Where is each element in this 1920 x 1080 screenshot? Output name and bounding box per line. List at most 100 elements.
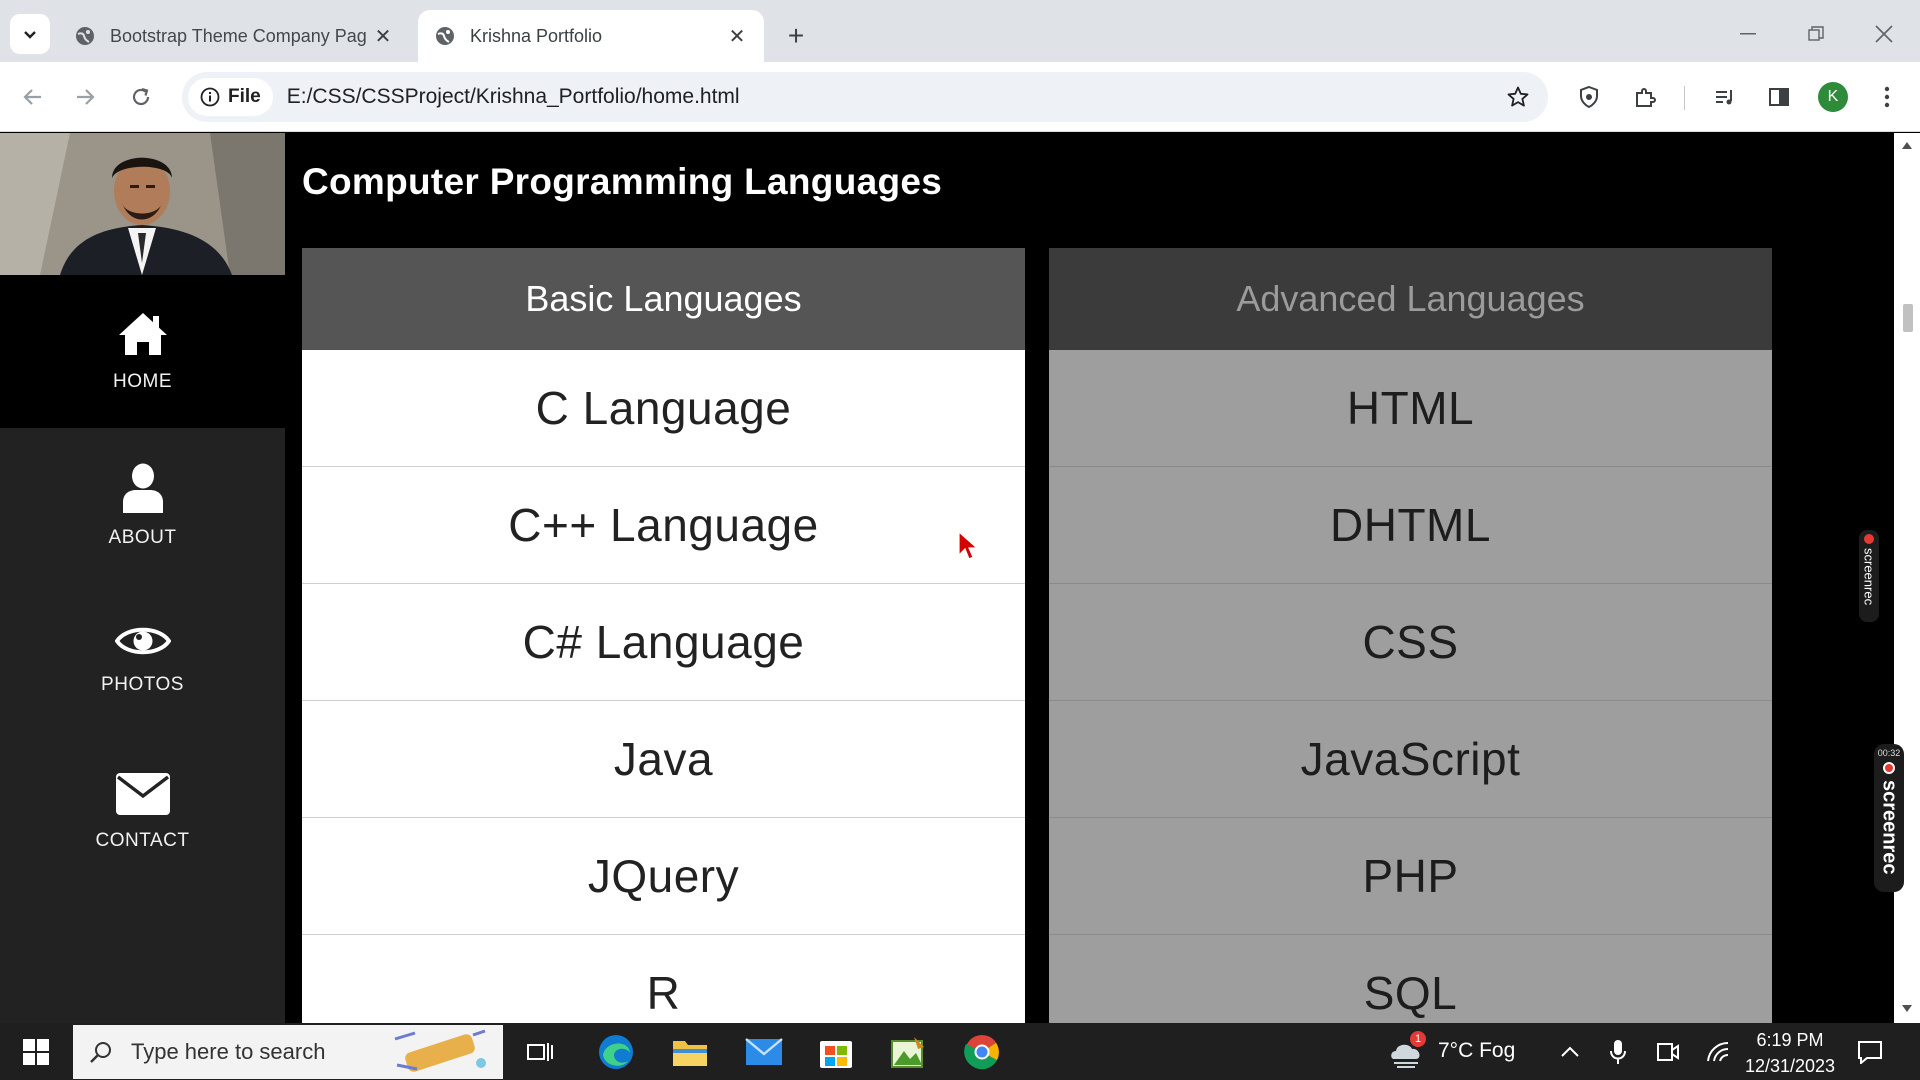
list-item: JavaScript [1049, 701, 1772, 818]
search-placeholder: Type here to search [131, 1039, 326, 1064]
windows-start-icon[interactable] [14, 1035, 58, 1069]
scroll-up-icon[interactable] [1902, 141, 1912, 149]
home-icon [118, 312, 167, 355]
web-page: HOME ABOUT PHOTOS CONTACT Computer Progr… [0, 133, 1894, 1023]
microphone-icon[interactable] [1594, 1029, 1642, 1075]
kebab-menu-icon[interactable] [1868, 78, 1906, 116]
record-dot-icon [1864, 534, 1874, 544]
wifi-icon[interactable] [1694, 1029, 1742, 1075]
task-view-icon[interactable] [516, 1029, 564, 1075]
chevron-down-icon [24, 31, 36, 39]
search-highlight-illustration [394, 1029, 486, 1072]
weather-icon[interactable]: 1 [1388, 1031, 1428, 1069]
recording-timer: 00:32 [1877, 748, 1901, 758]
taskbar-clock[interactable]: 6:19 PM 12/31/2023 [1736, 1027, 1844, 1079]
sidebar-item-contact[interactable]: CONTACT [0, 735, 285, 888]
screenrec-small-widget[interactable]: screenrec [1859, 530, 1879, 622]
back-arrow-icon[interactable] [14, 78, 52, 116]
list-item: DHTML [1049, 467, 1772, 584]
list-item: PHP [1049, 818, 1772, 935]
user-icon [122, 463, 163, 513]
sidebar-item-about[interactable]: ABOUT [0, 429, 285, 582]
forward-arrow-icon[interactable] [66, 78, 104, 116]
reload-icon[interactable] [122, 78, 160, 116]
screenrec-label: screenrec [1878, 780, 1901, 875]
list-item: HTML [1049, 350, 1772, 467]
search-icon [90, 1042, 111, 1063]
close-window-icon[interactable] [1862, 12, 1906, 56]
globe-icon [74, 25, 96, 47]
profile-initial: K [1818, 82, 1848, 112]
list-item: C# Language [302, 584, 1025, 701]
restore-icon[interactable] [1794, 12, 1838, 56]
close-icon[interactable]: ✕ [372, 25, 394, 48]
toolbar-separator [1684, 86, 1685, 110]
scrollbar-thumb[interactable] [1903, 304, 1913, 332]
envelope-icon [115, 772, 170, 815]
sidebar: HOME ABOUT PHOTOS CONTACT [0, 133, 285, 1023]
profile-photo [0, 133, 285, 275]
address-bar[interactable]: File E:/CSS/CSSProject/Krishna_Portfolio… [182, 72, 1548, 122]
chrome-icon[interactable] [958, 1029, 1006, 1075]
browser-toolbar: File E:/CSS/CSSProject/Krishna_Portfolio… [0, 62, 1920, 132]
sidebar-item-label: HOME [113, 370, 172, 392]
file-explorer-icon[interactable] [666, 1029, 714, 1075]
tab-search-button[interactable] [10, 14, 50, 54]
camera-icon[interactable] [1644, 1029, 1692, 1075]
list-item: C Language [302, 350, 1025, 467]
list-item: R [302, 935, 1025, 1023]
close-icon[interactable]: ✕ [726, 25, 748, 48]
chevron-up-icon[interactable] [1546, 1029, 1594, 1075]
mail-icon[interactable] [740, 1029, 788, 1075]
scroll-down-icon[interactable] [1902, 1005, 1912, 1013]
media-queue-icon[interactable] [1706, 78, 1744, 116]
sidebar-item-label: ABOUT [108, 526, 177, 548]
basic-languages-header: Basic Languages [302, 248, 1025, 350]
list-item: SQL [1049, 935, 1772, 1023]
notification-center-icon[interactable] [1846, 1029, 1894, 1075]
advanced-languages-header: Advanced Languages [1049, 248, 1772, 350]
minimize-icon[interactable] [1726, 12, 1770, 56]
advanced-languages-table: Advanced Languages HTML DHTML CSS JavaSc… [1049, 248, 1772, 1023]
image-editor-icon[interactable] [884, 1029, 932, 1075]
mouse-cursor-icon [958, 531, 978, 560]
bookmark-star-icon[interactable] [1498, 77, 1538, 117]
globe-icon [434, 25, 456, 47]
weather-text[interactable]: 7°C Fog [1438, 1039, 1515, 1063]
edge-browser-icon[interactable] [592, 1029, 640, 1075]
list-item: Java [302, 701, 1025, 818]
url-text[interactable]: E:/CSS/CSSProject/Krishna_Portfolio/home… [287, 85, 1498, 109]
sidebar-item-photos[interactable]: PHOTOS [0, 582, 285, 735]
side-panel-icon[interactable] [1760, 78, 1798, 116]
extensions-puzzle-icon[interactable] [1626, 78, 1664, 116]
site-info-chip[interactable]: File [188, 78, 273, 116]
profile-avatar[interactable]: K [1814, 78, 1852, 116]
clock-time: 6:19 PM [1756, 1030, 1824, 1050]
basic-languages-table: Basic Languages C Language C++ Language … [302, 248, 1025, 1023]
info-icon [200, 87, 220, 107]
tab-bootstrap-theme[interactable]: Bootstrap Theme Company Pag ✕ [58, 10, 410, 62]
shield-extension-icon[interactable] [1570, 78, 1608, 116]
eye-icon [114, 627, 171, 654]
weather-badge: 1 [1410, 1031, 1426, 1047]
tab-title: Bootstrap Theme Company Pag [110, 25, 367, 46]
screenrec-recording-widget[interactable]: 00:32 screenrec [1874, 744, 1904, 892]
windows-taskbar: Type here to search 1 7°C Fog 6:19 PM 12… [0, 1023, 1920, 1080]
record-dot-icon [1883, 762, 1895, 774]
list-item: CSS [1049, 584, 1772, 701]
tab-title: Krishna Portfolio [470, 25, 603, 46]
list-item: C++ Language [302, 467, 1025, 584]
clock-date: 12/31/2023 [1744, 1056, 1836, 1076]
new-tab-button[interactable]: + [778, 18, 814, 54]
sidebar-item-home[interactable]: HOME [0, 275, 285, 428]
list-item: JQuery [302, 818, 1025, 935]
sidebar-item-label: CONTACT [95, 829, 190, 851]
sidebar-item-label: PHOTOS [101, 673, 184, 695]
screenrec-label: screenrec [1861, 548, 1877, 606]
chip-label: File [228, 86, 261, 107]
microsoft-store-icon[interactable] [812, 1029, 860, 1075]
page-title: Computer Programming Languages [302, 161, 943, 202]
taskbar-search-input[interactable]: Type here to search [73, 1025, 503, 1079]
browser-tab-strip: Bootstrap Theme Company Pag ✕ Krishna Po… [0, 0, 1920, 62]
tab-krishna-portfolio[interactable]: Krishna Portfolio ✕ [418, 10, 764, 62]
